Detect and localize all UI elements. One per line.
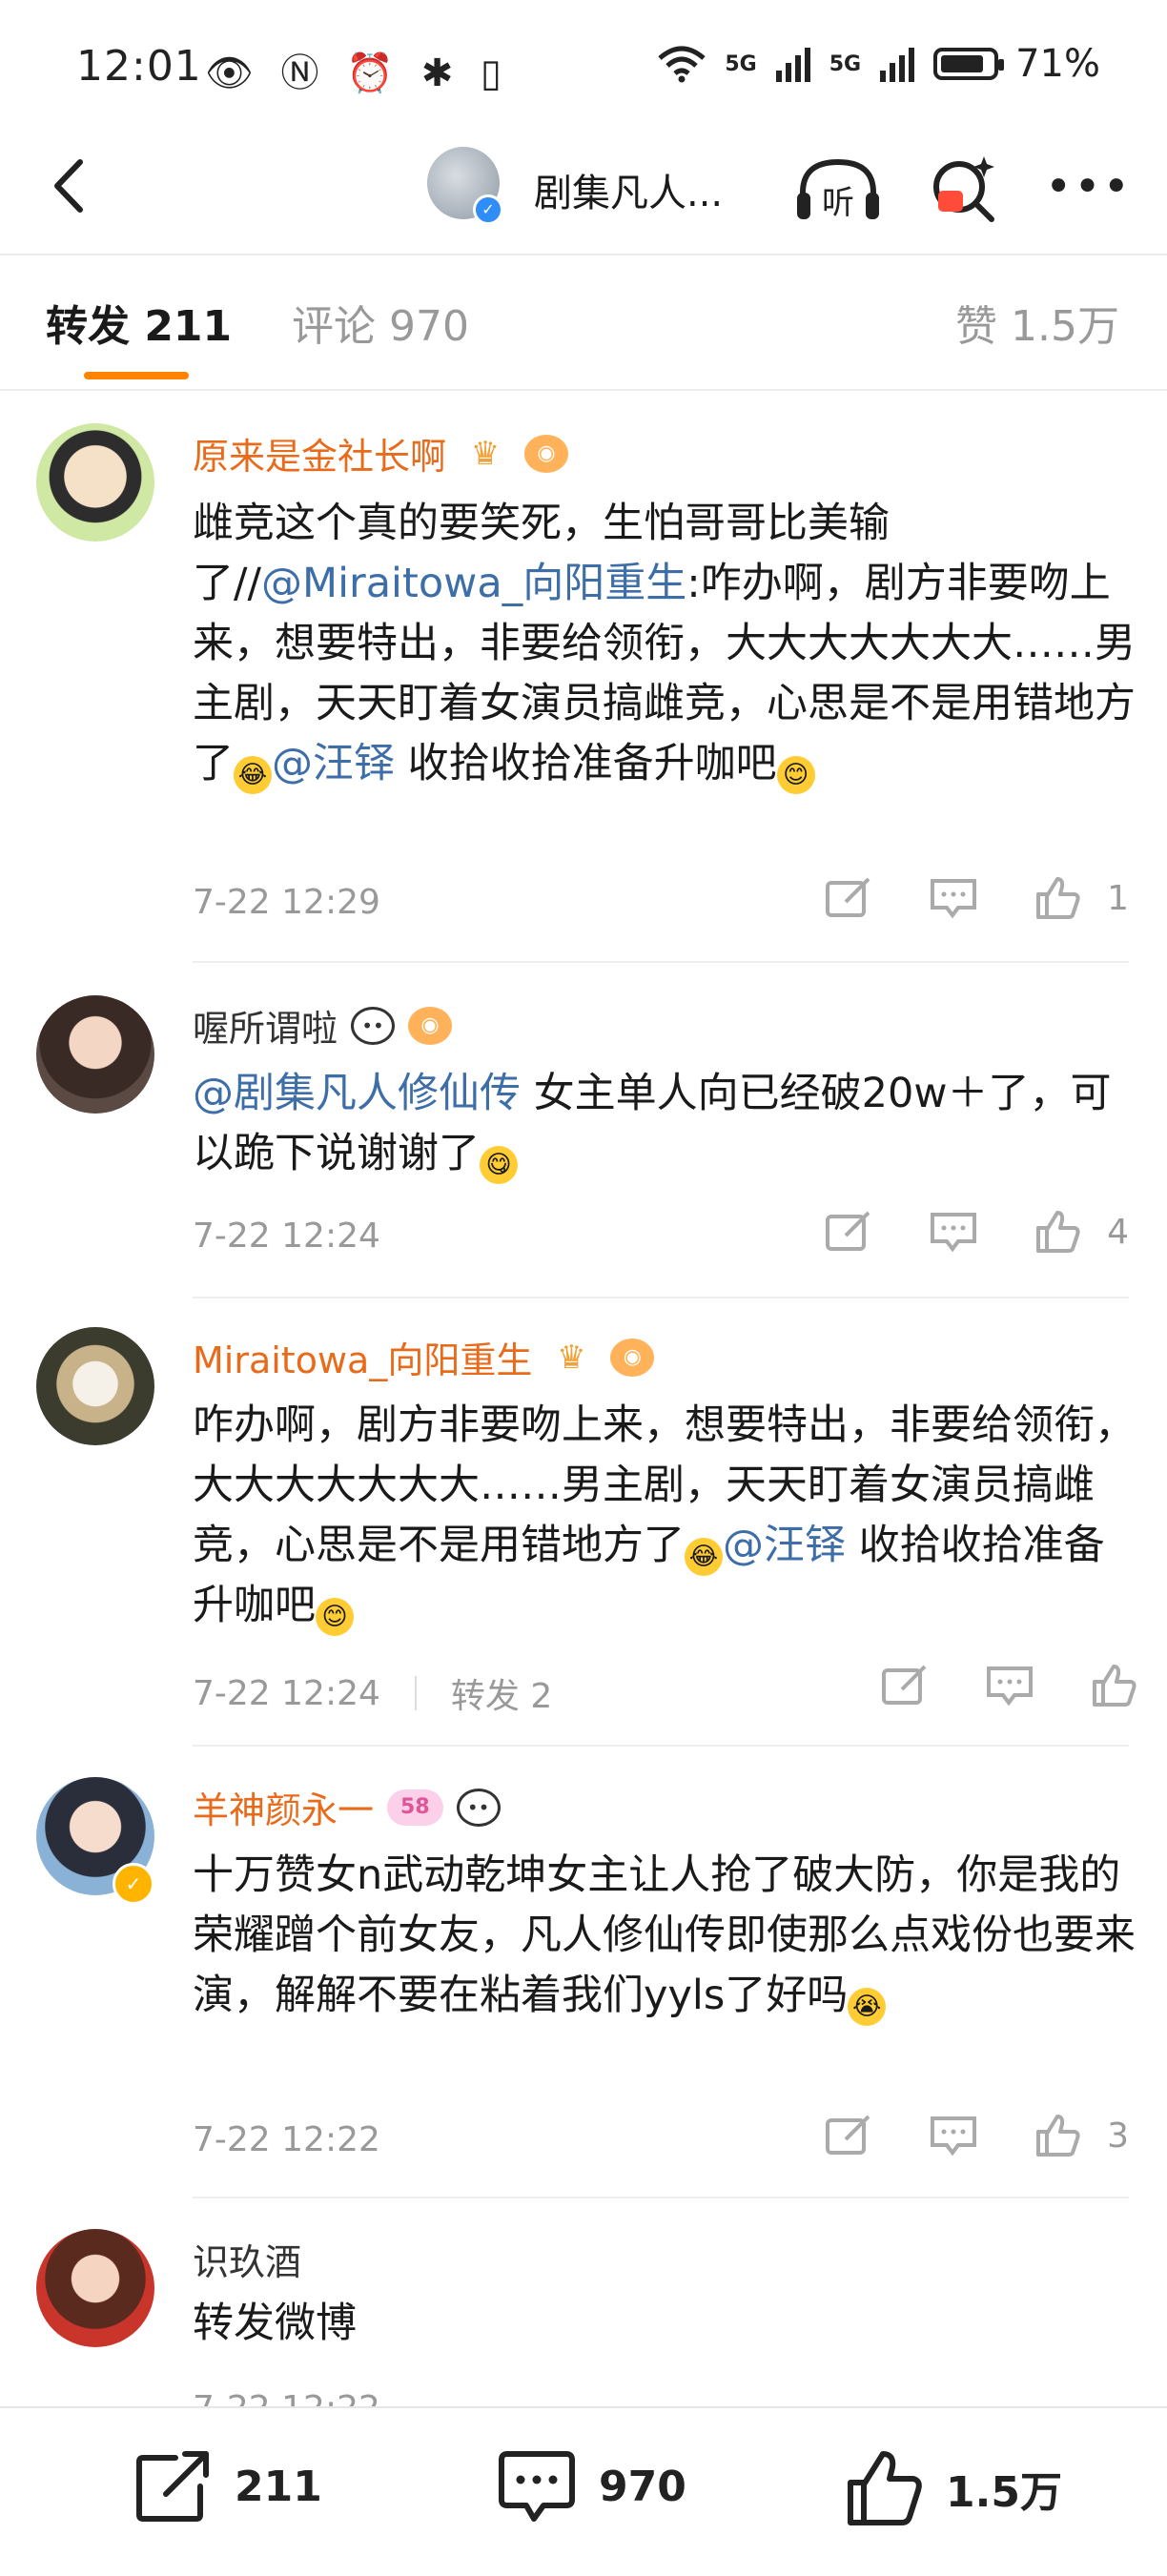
cute-emoji-icon: 😋 bbox=[480, 1146, 518, 1184]
repost-icon[interactable] bbox=[881, 1665, 929, 1707]
like-count: 3 bbox=[1107, 2116, 1129, 2156]
repost-count-link[interactable]: 转发 2 bbox=[451, 1668, 552, 1718]
fish-badge-icon: ◉ bbox=[408, 1006, 453, 1045]
like-count: 1.5万 bbox=[946, 2468, 1062, 2517]
like-icon[interactable] bbox=[1034, 2113, 1082, 2158]
comment-icon[interactable] bbox=[930, 2115, 977, 2157]
comment-text: 雌竞这个真的要笑死，生怕哥哥比美输了//@Miraitowa_向阳重生:咋办啊，… bbox=[193, 494, 1136, 794]
repost-button[interactable]: 211 bbox=[133, 2448, 322, 2525]
laugh-cry-emoji-icon: 😂 bbox=[685, 1538, 723, 1576]
timestamp: 7-22 12:22 bbox=[193, 2389, 380, 2406]
avatar[interactable] bbox=[36, 423, 154, 542]
username[interactable]: 喔所谓啦 bbox=[193, 999, 338, 1052]
verified-icon: ✓ bbox=[473, 194, 503, 225]
repost-icon[interactable] bbox=[825, 2115, 872, 2157]
fan-level-badge: 58 bbox=[387, 1789, 443, 1826]
bottom-action-bar: 211 970 1.5万 bbox=[0, 2406, 1167, 2576]
divider bbox=[193, 961, 1129, 963]
panda-badge-icon: •• bbox=[351, 1006, 396, 1045]
like-icon[interactable] bbox=[1034, 875, 1082, 921]
like-icon[interactable] bbox=[1091, 1663, 1138, 1708]
username[interactable]: Miraitowa_向阳重生 bbox=[193, 1331, 532, 1383]
crown-badge-icon: ♛ bbox=[470, 434, 501, 473]
network-5g-1: 5G bbox=[725, 51, 757, 76]
repost-icon[interactable] bbox=[825, 877, 872, 919]
like-icon[interactable] bbox=[1034, 1209, 1082, 1255]
nav-bar: ✓ 剧集凡人... 听 ••• bbox=[0, 133, 1167, 256]
ai-search-icon[interactable] bbox=[925, 151, 1001, 227]
timestamp: 7-22 12:22 bbox=[193, 2120, 380, 2159]
username[interactable]: 羊神颜永一 bbox=[193, 1781, 374, 1833]
list-item: 识玖酒 转发微博 7-22 12:22 bbox=[0, 2198, 1167, 2406]
comment-icon bbox=[499, 2451, 575, 2522]
laugh-cry-emoji-icon: 😂 bbox=[234, 756, 272, 794]
shy-emoji-icon: 😊 bbox=[316, 1598, 354, 1636]
signal-icon-2 bbox=[880, 48, 915, 82]
username[interactable]: 原来是金社长啊 bbox=[193, 427, 446, 480]
back-arrow-icon[interactable] bbox=[38, 153, 105, 219]
wifi-icon bbox=[658, 46, 706, 83]
shy-emoji-icon: 😊 bbox=[776, 756, 815, 794]
verified-gold-icon: ✓ bbox=[113, 1863, 154, 1905]
crown-badge-icon: ♛ bbox=[557, 1338, 586, 1377]
status-icons: 👁 Ⓝ ⏰ ✱ ▯ bbox=[205, 51, 509, 95]
network-5g-2: 5G bbox=[829, 51, 862, 76]
username[interactable]: 识玖酒 bbox=[193, 2233, 301, 2285]
divider bbox=[193, 1745, 1129, 1747]
comment-count: 970 bbox=[599, 2462, 686, 2511]
avatar[interactable] bbox=[36, 2229, 154, 2347]
comment-text: 十万赞女n武动乾坤女主让人抢了破大防，你是我的荣耀蹭个前女友，凡人修仙传即使那么… bbox=[193, 1846, 1136, 2026]
tab-bar: 转发 211 评论 970 赞 1.5万 bbox=[0, 256, 1167, 391]
like-icon bbox=[848, 2451, 922, 2525]
signal-icon bbox=[775, 48, 810, 82]
like-count: 4 bbox=[1107, 1212, 1129, 1252]
mention-link[interactable]: @汪铎 bbox=[723, 1522, 846, 1569]
active-tab-indicator bbox=[84, 372, 189, 379]
listen-label: 听 bbox=[822, 184, 854, 222]
battery-icon bbox=[933, 48, 1005, 80]
repost-count: 211 bbox=[235, 2462, 322, 2511]
comment-text: 咋办啊，剧方非要吻上来，想要特出，非要给领衔，大大大大大大大……男主剧，天天盯着… bbox=[193, 1396, 1136, 1636]
headphones-listen-icon[interactable]: 听 bbox=[793, 154, 883, 225]
avatar[interactable] bbox=[36, 995, 154, 1114]
timestamp: 7-22 12:24 bbox=[193, 1216, 380, 1256]
panda-badge-icon: •• bbox=[456, 1788, 501, 1827]
tab-comment[interactable]: 评论 970 bbox=[292, 292, 469, 353]
comment-text: 转发微博 bbox=[193, 2300, 357, 2347]
comment-icon[interactable] bbox=[930, 1211, 977, 1253]
status-bar: 12:01 👁 Ⓝ ⏰ ✱ ▯ 5G 5G 71% bbox=[0, 0, 1167, 133]
comment-button[interactable]: 970 bbox=[496, 2448, 686, 2525]
mention-link[interactable]: @Miraitowa_向阳重生 bbox=[261, 560, 686, 607]
fish-badge-icon: ◉ bbox=[610, 1338, 655, 1377]
like-count: 1 bbox=[1107, 878, 1129, 918]
page-title[interactable]: 剧集凡人... bbox=[534, 162, 723, 217]
avatar[interactable] bbox=[36, 1327, 154, 1445]
battery-percent: 71% bbox=[1015, 42, 1100, 86]
mention-link[interactable]: @汪铎 bbox=[272, 740, 395, 787]
status-time: 12:01 bbox=[76, 42, 202, 91]
more-icon[interactable]: ••• bbox=[1045, 164, 1132, 210]
fish-badge-icon: ◉ bbox=[524, 434, 569, 473]
mention-link[interactable]: @剧集凡人修仙传 bbox=[193, 1070, 521, 1117]
comment-icon[interactable] bbox=[986, 1665, 1034, 1707]
comment-icon[interactable] bbox=[930, 877, 977, 919]
tab-repost[interactable]: 转发 211 bbox=[46, 292, 232, 353]
repost-icon[interactable] bbox=[825, 1211, 872, 1253]
crying-emoji-icon: 😭 bbox=[848, 1988, 887, 2026]
timestamp: 7-22 12:24 bbox=[193, 1673, 380, 1713]
tab-like[interactable]: 赞 1.5万 bbox=[955, 292, 1119, 353]
repost-icon bbox=[136, 2451, 209, 2522]
timestamp: 7-22 12:29 bbox=[193, 883, 380, 922]
comment-text: @剧集凡人修仙传 女主单人向已经破20w＋了，可以跪下说谢谢了 😋 bbox=[193, 1064, 1136, 1184]
divider bbox=[193, 1297, 1129, 1298]
like-button[interactable]: 1.5万 bbox=[845, 2448, 1062, 2528]
